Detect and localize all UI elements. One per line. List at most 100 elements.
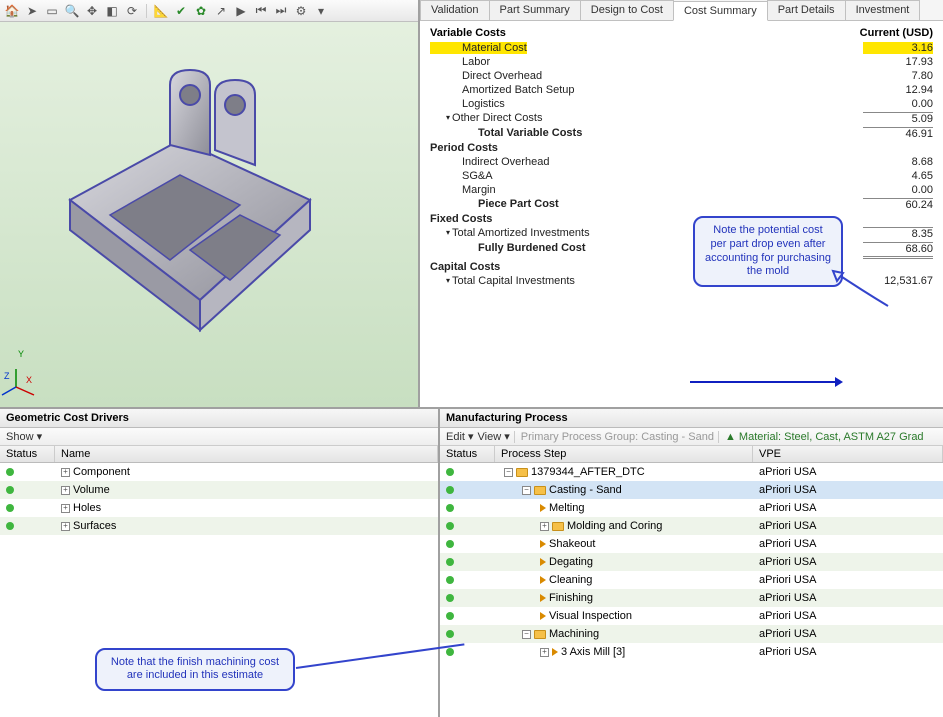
mp-panel: Manufacturing Process Edit ▾ View ▾ Prim… xyxy=(440,409,943,717)
iso-icon[interactable]: ◧ xyxy=(104,3,120,19)
mp-vpe: aPriori USA xyxy=(753,646,943,658)
currency-header: Current (USD) xyxy=(860,27,933,39)
rect-select-icon[interactable]: ▭ xyxy=(44,3,60,19)
pointer-icon[interactable]: ➤ xyxy=(24,3,40,19)
mp-col-step[interactable]: Process Step xyxy=(495,446,753,462)
mp-step-name: Cleaning xyxy=(549,574,592,586)
mp-col-vpe[interactable]: VPE xyxy=(753,446,943,462)
mp-step-name: Molding and Coring xyxy=(567,520,662,532)
cost-value: 8.68 xyxy=(863,156,933,168)
tab-investment[interactable]: Investment xyxy=(845,0,921,20)
gcd-show-menu[interactable]: Show ▾ xyxy=(6,430,42,443)
part-render[interactable] xyxy=(30,50,350,350)
tab-cost-summary[interactable]: Cost Summary xyxy=(673,1,768,21)
mp-step-name: Finishing xyxy=(549,592,593,604)
mp-row[interactable]: Finishing aPriori USA xyxy=(440,589,943,607)
mp-row[interactable]: −MachiningaPriori USA xyxy=(440,625,943,643)
mp-row[interactable]: ShakeoutaPriori USA xyxy=(440,535,943,553)
rewind-icon[interactable]: ⏮ xyxy=(253,3,269,19)
zoom-extents-icon[interactable]: 🔍 xyxy=(64,3,80,19)
arrow-capital-icon xyxy=(690,381,840,383)
cost-label: Indirect Overhead xyxy=(430,156,549,168)
axis-icon[interactable]: ✔ xyxy=(173,3,189,19)
cost-label: Margin xyxy=(430,184,496,196)
expand-icon[interactable]: + xyxy=(540,648,549,657)
gcd-name: Holes xyxy=(73,502,101,514)
expand-icon[interactable]: + xyxy=(540,522,549,531)
mp-row[interactable]: CleaningaPriori USA xyxy=(440,571,943,589)
status-dot-icon xyxy=(446,612,454,620)
status-dot-icon xyxy=(446,540,454,548)
tab-validation[interactable]: Validation xyxy=(420,0,490,20)
mp-material-label[interactable]: ▲ Material: Steel, Cast, ASTM A27 Grad xyxy=(718,431,924,443)
cost-value: 17.93 xyxy=(863,56,933,68)
status-dot-icon xyxy=(446,648,454,656)
mp-row[interactable]: MeltingaPriori USA xyxy=(440,499,943,517)
tab-part-details[interactable]: Part Details xyxy=(767,0,846,20)
callout-machining-note: Note that the finish machining cost are … xyxy=(95,648,295,692)
mp-row[interactable]: −1379344_AFTER_DTCaPriori USA xyxy=(440,463,943,481)
home-icon[interactable]: 🏠 xyxy=(4,3,20,19)
mp-row[interactable]: Visual InspectionaPriori USA xyxy=(440,607,943,625)
gcd-name: Surfaces xyxy=(73,520,116,532)
cost-label[interactable]: Other Direct Costs xyxy=(430,112,542,125)
play-icon[interactable]: ▶ xyxy=(233,3,249,19)
gcd-row[interactable]: +Component xyxy=(0,463,438,481)
mp-vpe: aPriori USA xyxy=(753,592,943,604)
collapse-icon[interactable]: − xyxy=(522,630,531,639)
mp-step-name: Melting xyxy=(549,502,584,514)
cost-label: Labor xyxy=(430,56,490,68)
gcd-row[interactable]: +Holes xyxy=(0,499,438,517)
settings-icon[interactable]: ⚙ xyxy=(293,3,309,19)
viewport-toolbar: 🏠 ➤ ▭ 🔍 ✥ ◧ ⟳ 📐 ✔ ✿ ↗ ▶ ⏮ ⏭ ⚙ ▾ xyxy=(0,0,418,22)
mp-step-name: Degating xyxy=(549,556,593,568)
axis-triad: YXZ xyxy=(6,369,42,401)
cost-value: 0.00 xyxy=(863,98,933,110)
step-icon[interactable]: ⏭ xyxy=(273,3,289,19)
cost-value: 7.80 xyxy=(863,70,933,82)
expand-icon[interactable]: + xyxy=(61,486,70,495)
mp-row[interactable]: + Molding and Coring aPriori USA xyxy=(440,517,943,535)
mp-col-status[interactable]: Status xyxy=(440,446,495,462)
leaf-icon[interactable]: ✿ xyxy=(193,3,209,19)
expand-icon[interactable]: + xyxy=(61,522,70,531)
tab-design-to-cost[interactable]: Design to Cost xyxy=(580,0,674,20)
gcd-row[interactable]: +Surfaces xyxy=(0,517,438,535)
mp-row[interactable]: DegatingaPriori USA xyxy=(440,553,943,571)
status-dot-icon xyxy=(446,522,454,530)
collapse-icon[interactable]: − xyxy=(504,468,513,477)
jump-icon[interactable]: ↗ xyxy=(213,3,229,19)
gcd-title: Geometric Cost Drivers xyxy=(0,409,438,428)
mp-view-menu[interactable]: View ▾ xyxy=(478,430,510,443)
measure-icon[interactable]: 📐 xyxy=(153,3,169,19)
mp-vpe: aPriori USA xyxy=(753,484,943,496)
dropdown-icon[interactable]: ▾ xyxy=(313,3,329,19)
mp-row[interactable]: − Casting - Sand aPriori USA xyxy=(440,481,943,499)
cost-value: 4.65 xyxy=(863,170,933,182)
viewport-3d[interactable]: 🏠 ➤ ▭ 🔍 ✥ ◧ ⟳ 📐 ✔ ✿ ↗ ▶ ⏮ ⏭ ⚙ ▾ xyxy=(0,0,420,407)
cost-value: 46.91 xyxy=(863,127,933,140)
tab-part-summary[interactable]: Part Summary xyxy=(489,0,581,20)
mp-title: Manufacturing Process xyxy=(440,409,943,428)
cost-label: Material Cost xyxy=(430,42,527,54)
mp-row[interactable]: +3 Axis Mill [3]aPriori USA xyxy=(440,643,943,661)
process-icon xyxy=(540,594,546,602)
fit-icon[interactable]: ✥ xyxy=(84,3,100,19)
mp-edit-menu[interactable]: Edit ▾ xyxy=(446,430,474,443)
expand-icon[interactable]: + xyxy=(61,504,70,513)
cost-label[interactable]: Total Amortized Investments xyxy=(430,227,590,240)
mp-vpe: aPriori USA xyxy=(753,520,943,532)
gcd-panel: Geometric Cost Drivers Show ▾ Status Nam… xyxy=(0,409,440,717)
collapse-icon[interactable]: − xyxy=(522,486,531,495)
cost-label[interactable]: Total Capital Investments xyxy=(430,275,575,287)
expand-icon[interactable]: + xyxy=(61,468,70,477)
cost-value: 5.09 xyxy=(863,112,933,125)
mp-step-name: Casting - Sand xyxy=(549,484,622,496)
status-dot-icon xyxy=(6,504,14,512)
gcd-col-status[interactable]: Status xyxy=(0,446,55,462)
process-icon xyxy=(540,612,546,620)
folder-icon xyxy=(516,468,528,477)
gcd-col-name[interactable]: Name xyxy=(55,446,438,462)
gcd-row[interactable]: +Volume xyxy=(0,481,438,499)
refresh-icon[interactable]: ⟳ xyxy=(124,3,140,19)
